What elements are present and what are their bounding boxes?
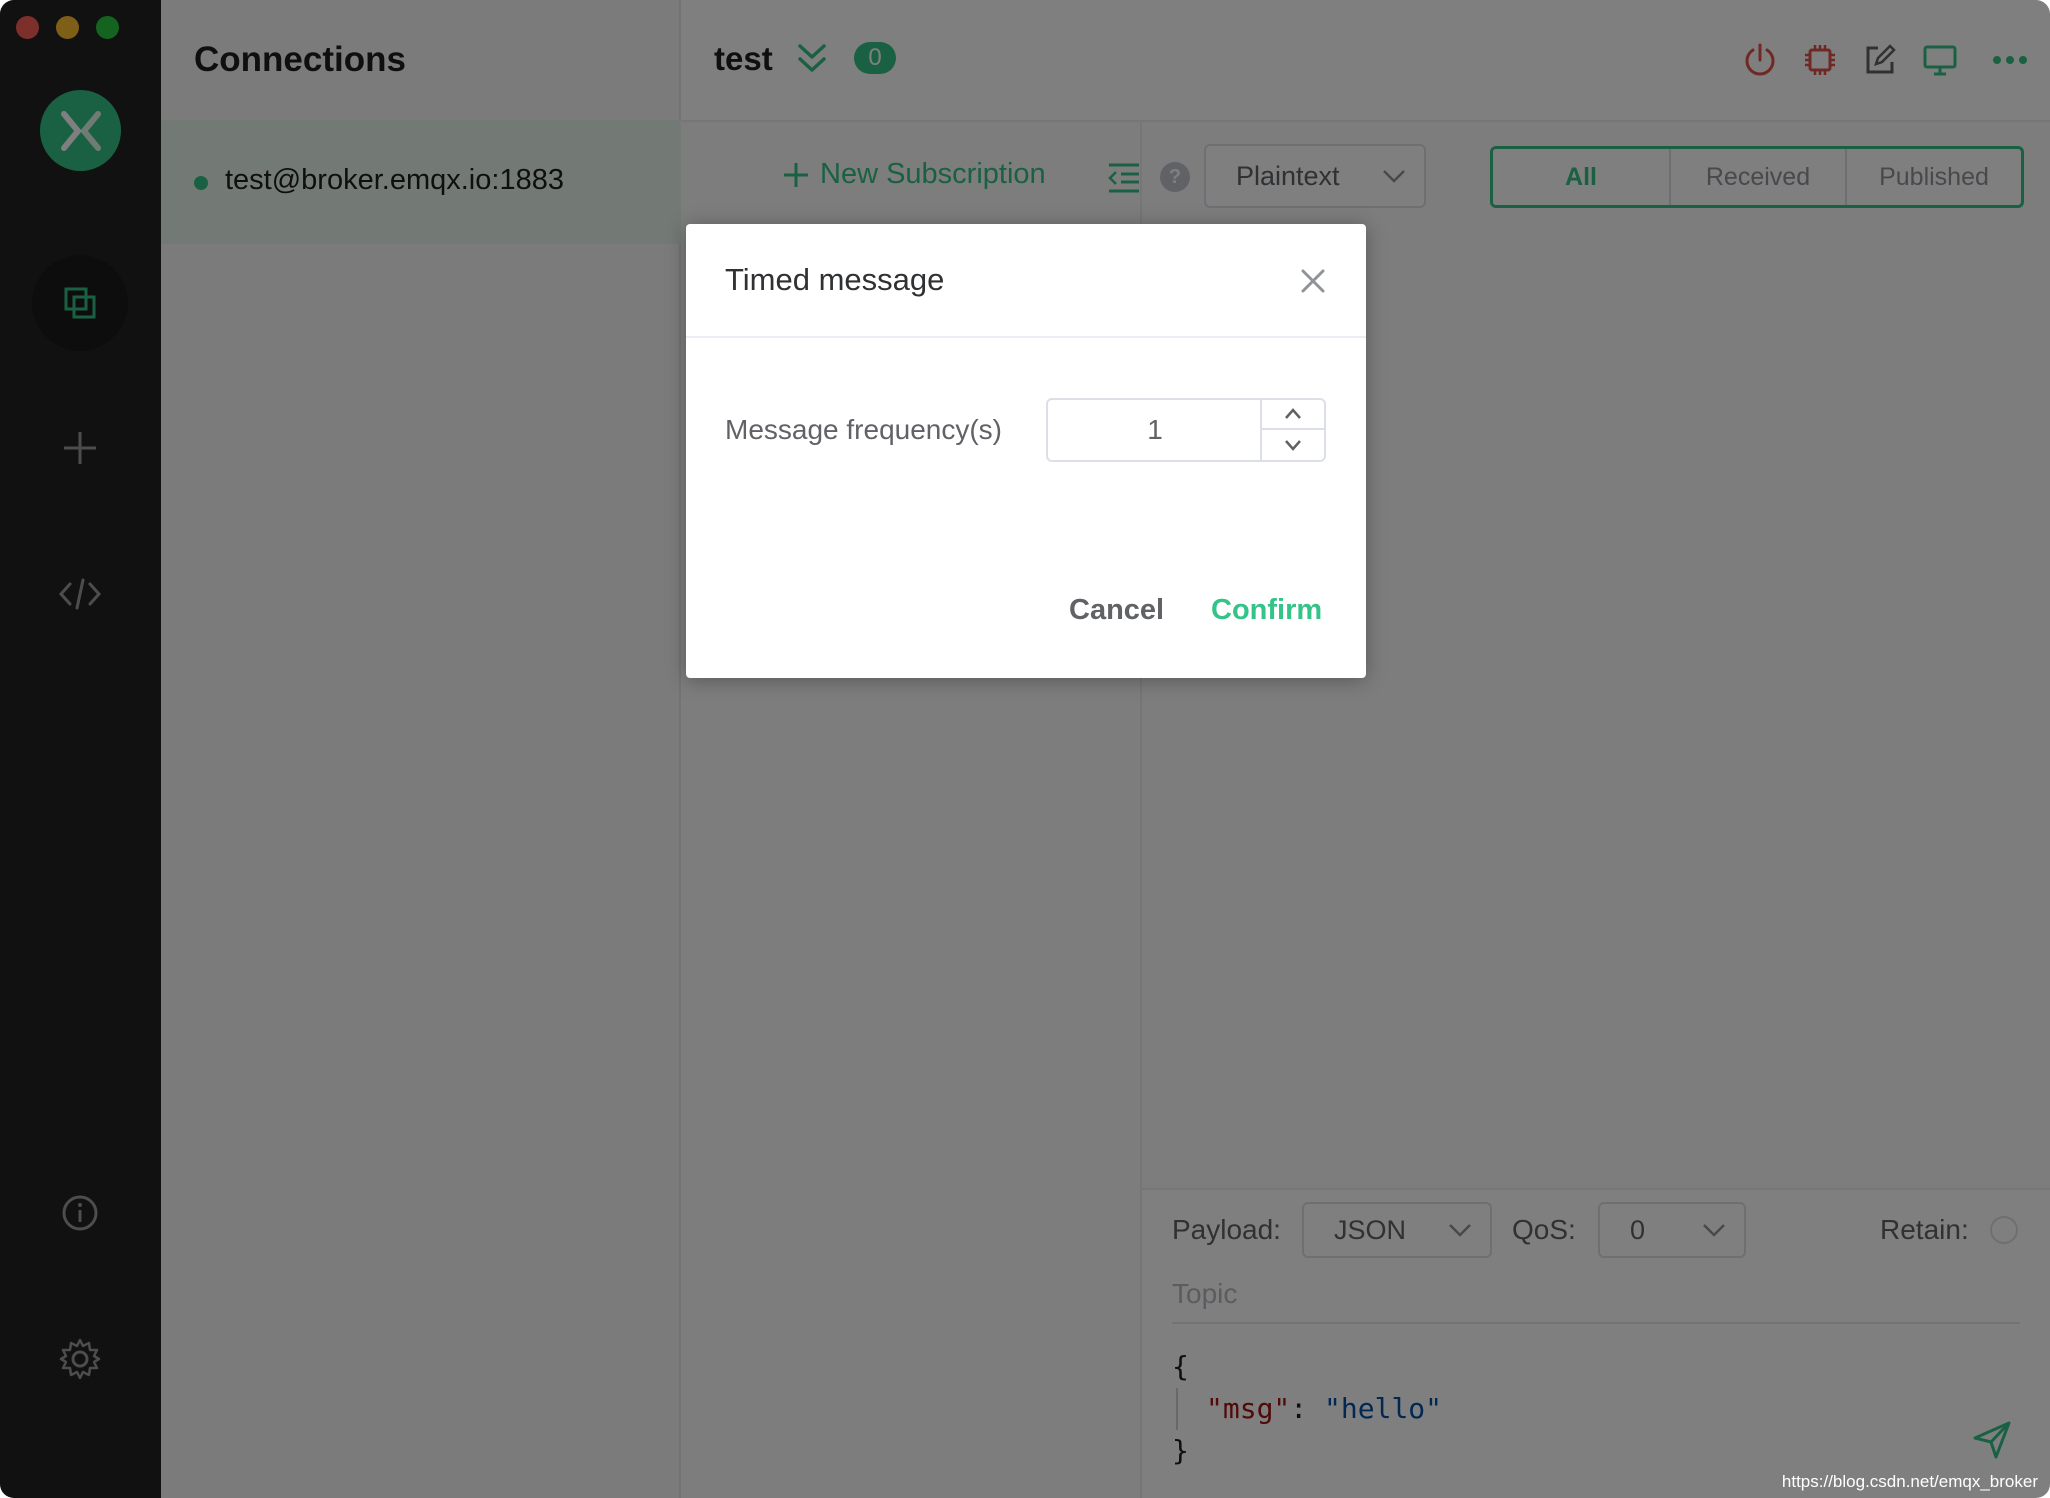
confirm-button[interactable]: Confirm [1211, 594, 1322, 627]
cancel-button[interactable]: Cancel [1069, 594, 1164, 627]
decrease-button[interactable] [1262, 430, 1324, 460]
chevron-up-icon [1285, 408, 1301, 419]
increase-button[interactable] [1262, 400, 1324, 430]
dialog-close-button[interactable] [1300, 268, 1326, 299]
dialog-header: Timed message [686, 224, 1366, 338]
timed-message-dialog: Timed message Message frequency(s) 1 Can… [686, 224, 1366, 678]
app-window: Connections test@broker.emqx.io:1883 tes… [0, 0, 2050, 1498]
close-icon [1301, 269, 1325, 293]
chevron-down-icon [1285, 440, 1301, 451]
frequency-stepper[interactable]: 1 [1046, 398, 1326, 462]
watermark: https://blog.csdn.net/emqx_broker [1781, 1472, 2038, 1491]
dialog-title: Timed message [725, 262, 945, 297]
frequency-input[interactable]: 1 [1048, 400, 1262, 460]
frequency-label: Message frequency(s) [725, 414, 1003, 445]
stepper-controls [1260, 400, 1324, 460]
